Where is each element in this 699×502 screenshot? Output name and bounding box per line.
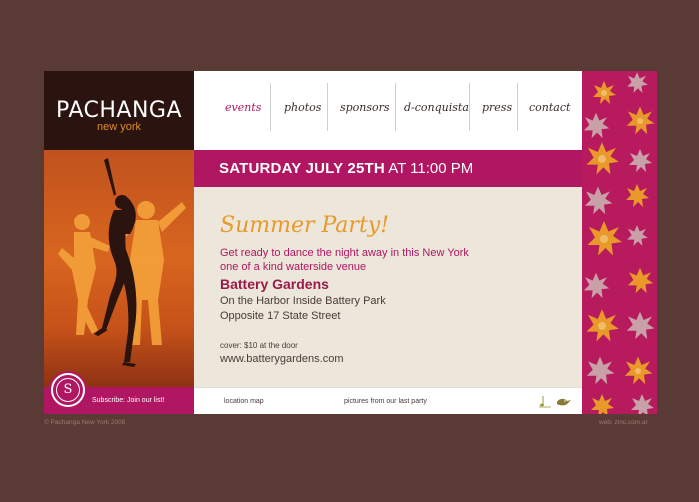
event-details: Summer Party! Get ready to dance the nig… <box>194 187 582 387</box>
logo[interactable]: PACHANGA new york <box>44 71 194 150</box>
flower-pattern-icon <box>583 72 655 414</box>
nav-press[interactable]: press <box>482 101 512 114</box>
event-intro: Get ready to dance the night away in thi… <box>220 246 490 274</box>
nav-divider <box>327 83 328 131</box>
nav-divider <box>270 83 271 131</box>
event-datetime: SATURDAY JULY 25TH AT 11:00 PM <box>219 160 473 177</box>
main-nav: events photos sponsors d-conquista press… <box>194 71 582 150</box>
nav-divider <box>395 83 396 131</box>
dancers-icon <box>58 158 186 367</box>
nav-divider <box>469 83 470 131</box>
address-line: On the Harbor Inside Battery Park <box>220 295 386 307</box>
pictures-link[interactable]: pictures from our last party <box>344 398 427 405</box>
address-line: Opposite 17 State Street <box>220 310 341 322</box>
event-intro-line: Get ready to dance the night away in thi… <box>220 247 469 259</box>
nav-contact[interactable]: contact <box>529 101 570 114</box>
event-title: Summer Party! <box>220 213 390 238</box>
venue-name: Battery Gardens <box>220 276 329 292</box>
nav-events[interactable]: events <box>225 101 261 114</box>
nav-photos[interactable]: photos <box>284 101 321 114</box>
cover-charge: cover: $10 at the door <box>220 341 298 350</box>
logo-title: PACHANGA <box>55 98 183 123</box>
copyright: © Pachanga New York 2008 <box>44 419 126 426</box>
event-time: AT 11:00 PM <box>388 160 474 177</box>
nav-divider <box>517 83 518 131</box>
main-frame: PACHANGA new york S Subscribe: Join our … <box>44 71 657 414</box>
nav-sponsors[interactable]: sponsors <box>340 101 390 114</box>
s-circle-icon[interactable]: S <box>51 373 85 407</box>
web-credit-link[interactable]: web: zinc.com.ar <box>599 419 648 426</box>
links-bar: location map pictures from our last part… <box>194 387 582 414</box>
flower-pattern <box>582 71 657 414</box>
bird-icon <box>539 396 571 408</box>
nav-d-conquista[interactable]: d-conquista <box>404 101 469 114</box>
venue-address: On the Harbor Inside Battery Park Opposi… <box>220 294 386 324</box>
location-map-link[interactable]: location map <box>224 398 264 405</box>
logo-subtitle: new york <box>96 121 142 133</box>
dancers-illustration <box>44 150 194 387</box>
subscribe-link[interactable]: Subscribe: Join our list! <box>92 397 164 404</box>
venue-website-link[interactable]: www.batterygardens.com <box>220 353 344 365</box>
subscribe-badge-letter: S <box>56 378 80 402</box>
event-date: SATURDAY JULY 25TH <box>219 160 385 177</box>
event-intro-line: one of a kind waterside venue <box>220 261 367 273</box>
event-date-band: SATURDAY JULY 25TH AT 11:00 PM <box>194 150 582 187</box>
